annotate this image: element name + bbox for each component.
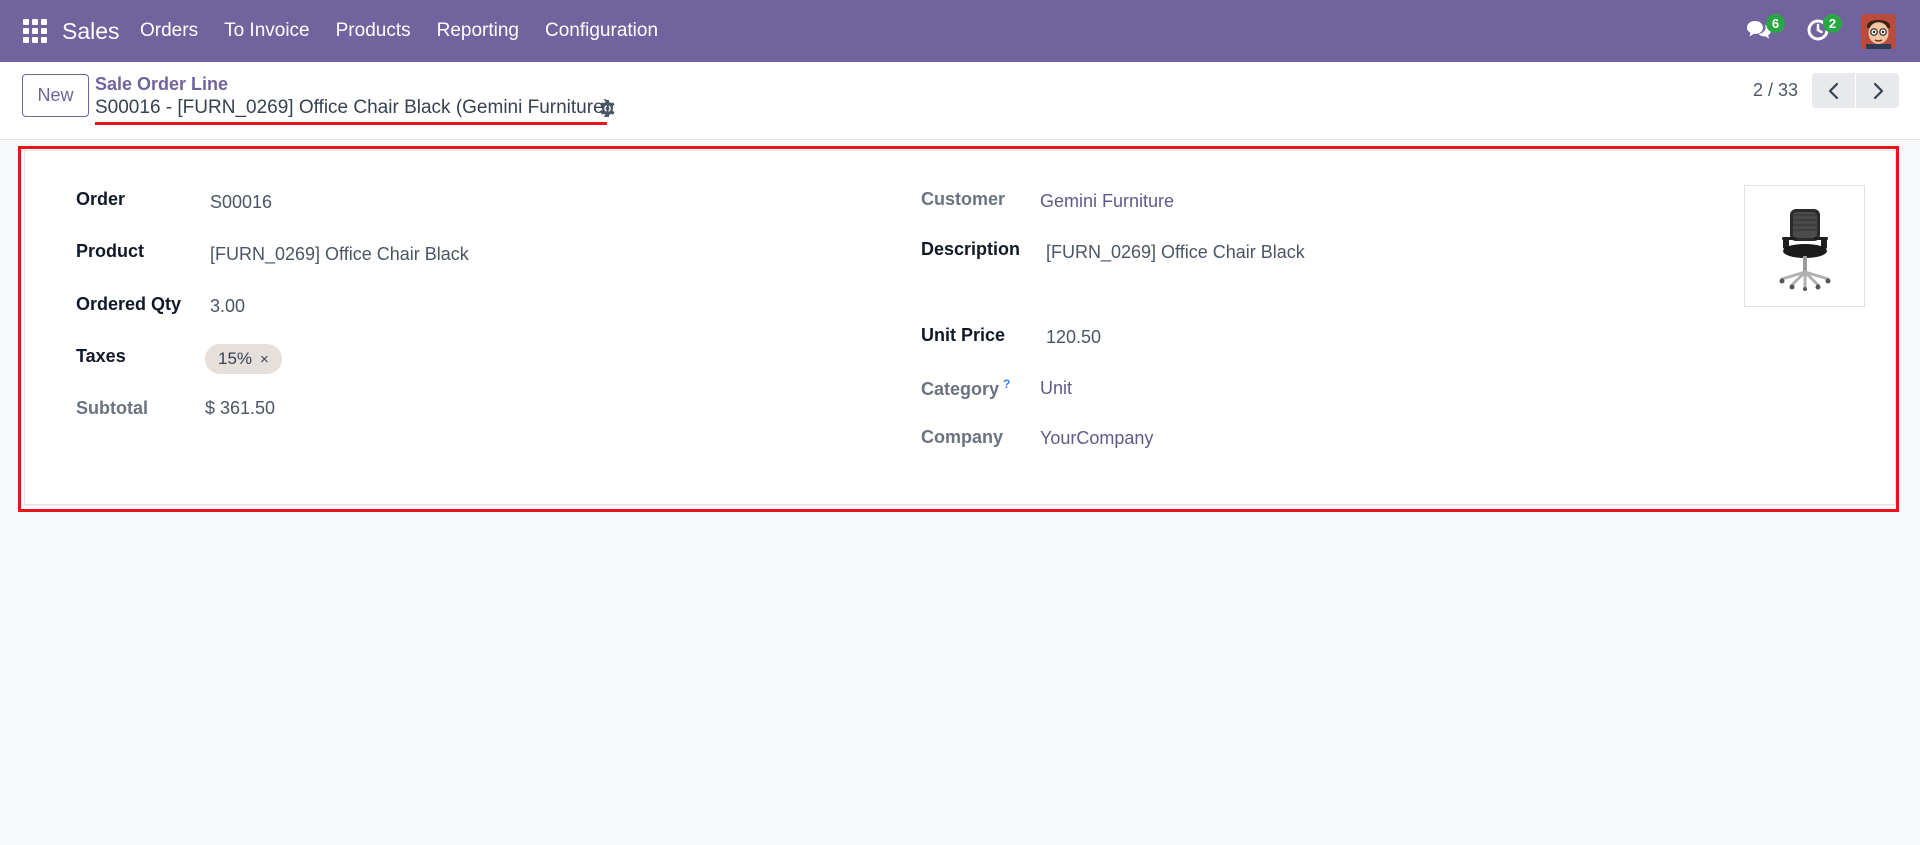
menu-configuration[interactable]: Configuration: [545, 20, 658, 42]
taxes-label: Taxes: [76, 346, 126, 366]
unit-price-value[interactable]: 120.50: [1046, 327, 1101, 348]
description-value[interactable]: [FURN_0269] Office Chair Black: [1046, 242, 1305, 263]
order-value: S00016: [210, 192, 273, 212]
tax-tag: 15% ×: [205, 344, 282, 374]
pager-value[interactable]: 2 / 33: [1753, 80, 1798, 101]
pager-previous-button[interactable]: [1812, 73, 1855, 108]
product-image[interactable]: [1744, 185, 1865, 307]
category-value[interactable]: Unit: [1040, 378, 1072, 399]
product-value[interactable]: [FURN_0269] Office Chair Black: [210, 244, 469, 265]
ordered-qty-label: Ordered Qty: [76, 294, 182, 314]
product-label: Product: [76, 241, 145, 261]
new-button[interactable]: New: [22, 74, 89, 117]
menu-orders[interactable]: Orders: [140, 20, 198, 42]
main-menu: Orders To Invoice Products Reporting Con…: [140, 20, 684, 42]
tax-tag-label: 15%: [218, 349, 253, 368]
category-label: Category?: [921, 377, 1010, 400]
title-highlight-underline: [95, 122, 607, 125]
menu-products[interactable]: Products: [336, 20, 411, 42]
subtotal-label: Subtotal: [76, 398, 148, 418]
pager-next-button[interactable]: [1856, 73, 1899, 108]
company-label: Company: [921, 427, 1004, 447]
chat-count-badge: 6: [1766, 14, 1785, 33]
record-title: S00016 - [FURN_0269] Office Chair Black …: [95, 97, 610, 118]
control-panel: New Sale Order Line S00016 - [FURN_0269]…: [0, 62, 1920, 140]
activity-count-badge: 2: [1823, 14, 1842, 33]
category-label-text: Category: [921, 379, 1000, 399]
order-label: Order: [76, 189, 126, 209]
unit-price-label: Unit Price: [921, 325, 1006, 345]
company-value[interactable]: YourCompany: [1040, 428, 1153, 449]
menu-reporting[interactable]: Reporting: [437, 20, 519, 42]
chevron-left-icon: [1828, 82, 1838, 99]
gear-icon[interactable]: [598, 99, 617, 118]
remove-tag-icon[interactable]: ×: [260, 351, 269, 368]
user-avatar[interactable]: [1861, 14, 1896, 49]
customer-label: Customer: [921, 189, 1006, 209]
top-navbar: Sales Orders To Invoice Products Reporti…: [0, 0, 1920, 62]
office-chair-icon: [1779, 209, 1830, 291]
help-tooltip-icon[interactable]: ?: [1003, 377, 1010, 391]
customer-value[interactable]: Gemini Furniture: [1040, 191, 1174, 212]
app-name[interactable]: Sales: [62, 18, 120, 45]
ordered-qty-value[interactable]: 3.00: [210, 296, 245, 317]
apps-grid-icon[interactable]: [23, 19, 47, 43]
breadcrumb-sale-order-line[interactable]: Sale Order Line: [95, 74, 228, 95]
description-label: Description: [921, 239, 1021, 259]
menu-to-invoice[interactable]: To Invoice: [224, 20, 310, 42]
chevron-right-icon: [1873, 82, 1883, 99]
pager-buttons: [1812, 73, 1899, 108]
subtotal-value: $ 361.50: [205, 398, 276, 418]
